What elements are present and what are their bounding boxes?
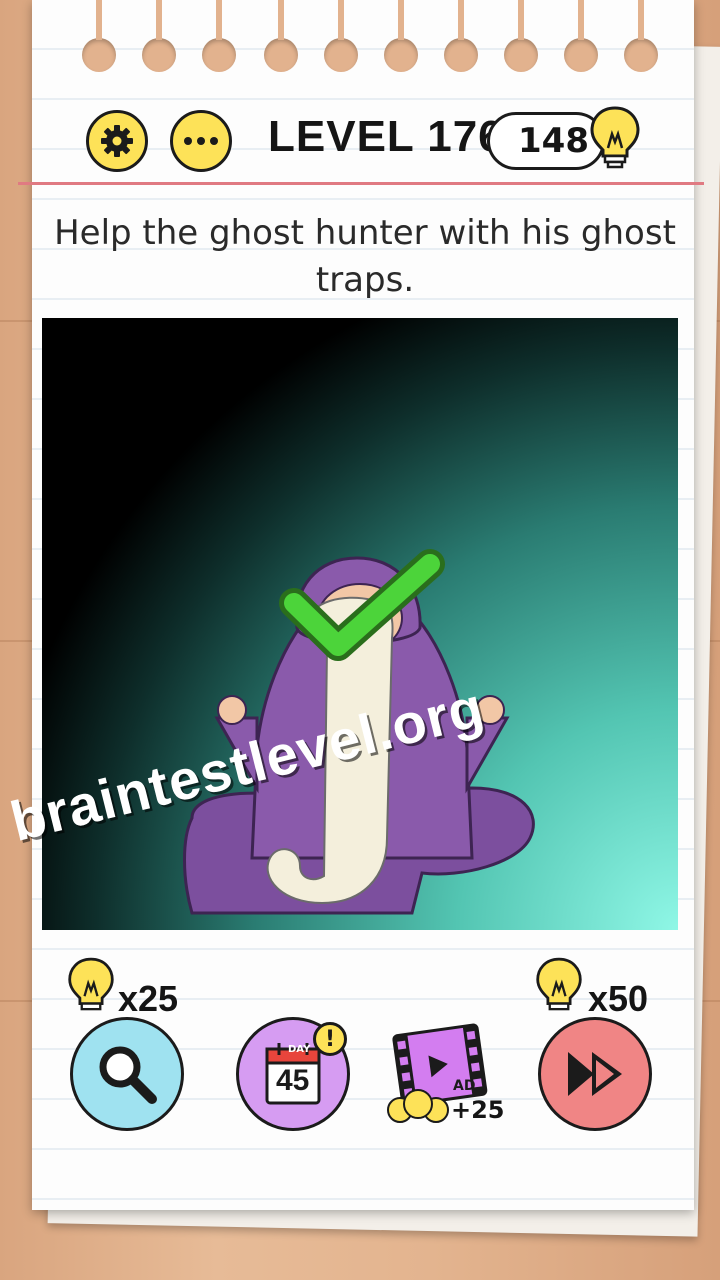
hint-cost: x25 bbox=[118, 978, 179, 1019]
magnifier-icon bbox=[99, 1046, 157, 1104]
ad-label: AD bbox=[453, 1078, 476, 1094]
binder-hole bbox=[384, 0, 418, 72]
lightbulb-icon bbox=[536, 957, 582, 1011]
ellipsis-icon bbox=[184, 137, 218, 145]
lightbulb-icon bbox=[590, 106, 640, 169]
binder-hole bbox=[504, 0, 538, 72]
header-divider bbox=[18, 182, 704, 185]
gear-icon bbox=[101, 125, 133, 157]
hint-count: 148 bbox=[518, 121, 589, 161]
binder-hole bbox=[202, 0, 236, 72]
binder-hole bbox=[82, 0, 116, 72]
ghost-hunter-illustration bbox=[183, 549, 535, 915]
hint-button[interactable] bbox=[70, 1017, 184, 1131]
question-text: Help the ghost hunter with his ghost tra… bbox=[54, 213, 676, 300]
settings-button[interactable] bbox=[86, 110, 148, 172]
binder-hole bbox=[564, 0, 598, 72]
ad-reward: +25 bbox=[451, 1096, 505, 1124]
fast-forward-icon bbox=[568, 1052, 622, 1096]
puzzle-scene[interactable] bbox=[42, 318, 678, 930]
binder-hole bbox=[264, 0, 298, 72]
binder-hole bbox=[324, 0, 358, 72]
lightbulbs-icon bbox=[387, 1089, 449, 1123]
more-options-button[interactable] bbox=[170, 110, 232, 172]
day-number: 45 bbox=[276, 1064, 310, 1097]
binder-hole bbox=[624, 0, 658, 72]
binder-hole bbox=[444, 0, 478, 72]
level-title: LEVEL 176 bbox=[268, 112, 504, 161]
daily-alert-badge: ! bbox=[313, 1022, 347, 1056]
lightbulb-icon bbox=[68, 957, 114, 1011]
skip-level-button[interactable] bbox=[538, 1017, 652, 1131]
day-label: DAY bbox=[288, 1044, 311, 1055]
skip-cost: x50 bbox=[588, 978, 649, 1019]
binder-hole bbox=[142, 0, 176, 72]
